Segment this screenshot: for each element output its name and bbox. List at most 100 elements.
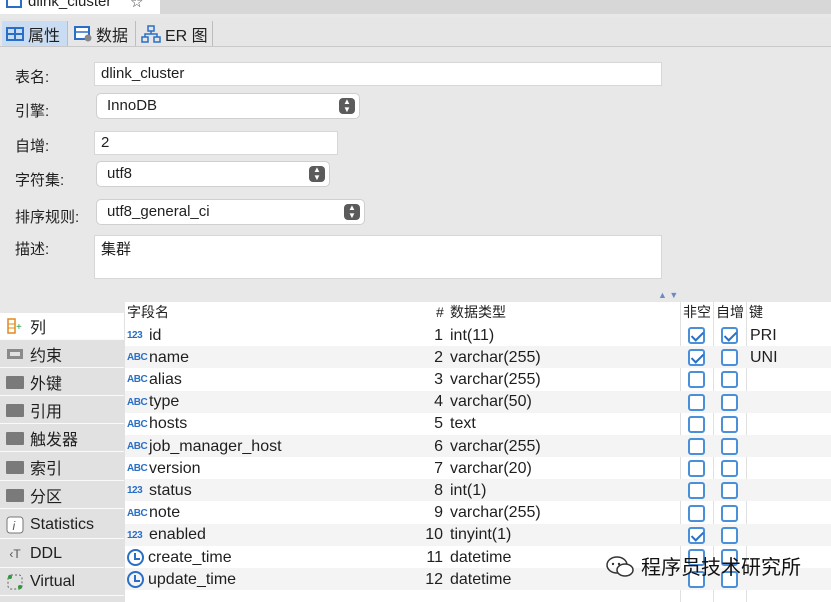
table-row[interactable]: 123 status 8 int(1) [125,479,831,502]
auto-increment-checkbox[interactable] [721,460,738,478]
not-null-checkbox[interactable] [688,526,705,544]
field-name-cell[interactable]: 123 id [127,325,161,346]
field-name-cell[interactable]: ABC job_manager_host [127,436,282,457]
not-null-checkbox[interactable] [688,349,705,367]
header-field-name[interactable]: 字段名 [127,302,169,322]
not-null-checkbox[interactable] [688,460,705,478]
field-name-cell[interactable]: ABC version [127,458,201,479]
editor-tab[interactable]: dlink_cluster ☆ [0,0,160,14]
field-name: type [149,393,180,411]
sidebar-item-statistics[interactable]: i Statistics [0,512,124,539]
ordinal-cell: 5 [434,415,443,433]
data-type-cell[interactable]: varchar(255) [450,347,541,368]
not-null-checkbox[interactable] [688,327,705,344]
charset-select[interactable]: utf8 ▲ ▼ [96,161,330,187]
data-type-cell[interactable]: varchar(255) [450,436,541,457]
field-name-cell[interactable]: update_time [127,569,236,590]
sidebar-item-references[interactable]: 引用 [0,397,124,424]
data-type-cell[interactable]: int(11) [450,325,494,346]
table-icon [6,26,24,41]
data-type-cell[interactable]: varchar(255) [450,369,541,390]
table-row[interactable]: 123 id 1 int(11) PRI [125,324,831,346]
field-name-cell[interactable]: 123 enabled [127,525,206,546]
not-null-checkbox[interactable] [688,415,705,433]
auto-increment-checkbox[interactable] [721,526,738,544]
auto-increment-checkbox[interactable] [721,482,738,500]
tab-data[interactable]: 数据 [70,21,136,46]
field-name-cell[interactable]: 123 status [127,480,192,501]
table-row[interactable]: ABC note 9 varchar(255) [125,502,831,524]
sidebar-item-triggers[interactable]: 触发器 [0,425,124,452]
header-data-type[interactable]: 数据类型 [450,302,506,322]
header-auto-increment[interactable]: 自增 [716,302,744,322]
not-null-checkbox[interactable] [688,393,705,411]
numeric-type-icon: 123 [127,330,143,341]
data-type-cell[interactable]: datetime [450,569,511,590]
close-icon[interactable]: ☆ [130,0,143,11]
data-type-cell[interactable]: datetime [450,547,511,568]
description-label: 描述: [15,241,50,258]
description-field[interactable]: 集群 [94,235,662,279]
not-null-checkbox[interactable] [688,504,705,522]
field-name-cell[interactable]: ABC alias [127,369,182,390]
field-name-cell[interactable]: ABC type [127,392,179,413]
data-type-cell[interactable]: varchar(50) [450,392,532,413]
clock-icon [127,549,144,566]
engine-select[interactable]: InnoDB ▲ ▼ [96,93,360,119]
auto-increment-checkbox[interactable] [721,393,738,411]
tab-properties[interactable]: 属性 [2,21,68,46]
tab-er-diagram[interactable]: ER 图 [137,21,213,46]
auto-increment-checkbox[interactable] [721,415,738,433]
field-name: version [149,459,201,477]
auto-increment-checkbox[interactable] [721,438,738,455]
not-null-checkbox[interactable] [688,371,705,389]
table-row[interactable]: ABC type 4 varchar(50) [125,390,831,413]
header-not-null[interactable]: 非空 [683,302,711,322]
auto-increment-checkbox[interactable] [721,371,738,389]
table-row[interactable]: ABC version 7 varchar(20) [125,457,831,479]
sidebar-item-partitions[interactable]: 分区 [0,482,124,509]
data-type-cell[interactable]: int(1) [450,480,486,501]
ordinal-cell: 6 [434,437,443,455]
ordinal-cell: 7 [434,459,443,477]
sidebar-item-ddl[interactable]: ‹T DDL [0,541,124,568]
engine-value: InnoDB [107,97,158,114]
data-type-cell[interactable]: varchar(255) [450,503,541,524]
virtual-icon [6,574,24,590]
table-row[interactable]: ABC alias 3 varchar(255) [125,368,831,390]
auto-increment-field[interactable]: 2 [94,131,338,155]
data-type-cell[interactable]: text [450,414,476,435]
sidebar-item-foreign-keys[interactable]: 外键 [0,369,124,396]
data-type-cell[interactable]: tinyint(1) [450,525,511,546]
header-ordinal[interactable]: # [436,302,444,322]
auto-increment-checkbox[interactable] [721,349,738,367]
table-row[interactable]: ABC hosts 5 text [125,413,831,435]
field-name-cell[interactable]: ABC hosts [127,414,187,435]
collation-select[interactable]: utf8_general_ci ▲ ▼ [96,199,365,225]
constraint-icon [6,346,24,362]
field-name-cell[interactable]: ABC note [127,503,180,524]
field-name-cell[interactable]: create_time [127,547,232,568]
auto-increment-checkbox[interactable] [721,504,738,522]
not-null-checkbox[interactable] [688,482,705,500]
field-name-cell[interactable]: ABC name [127,347,189,368]
header-key[interactable]: 键 [749,302,763,322]
sidebar-item-constraints[interactable]: 约束 [0,341,124,368]
sidebar-item-indexes[interactable]: 索引 [0,454,124,481]
sidebar-item-virtual[interactable]: Virtual [0,569,124,596]
sidebar-item-columns[interactable]: + 列 [0,313,124,340]
sidebar-item-label: 约束 [30,348,63,365]
data-type-cell[interactable]: varchar(20) [450,458,532,479]
table-row[interactable]: ABC job_manager_host 6 varchar(255) [125,435,831,457]
table-row[interactable]: ABC name 2 varchar(255) UNI [125,346,831,369]
table-row[interactable]: 123 enabled 10 tinyint(1) [125,523,831,546]
auto-increment-checkbox[interactable] [721,327,738,344]
svg-text:i: i [13,519,16,533]
ordinal-cell: 1 [434,326,443,344]
not-null-checkbox[interactable] [688,438,705,455]
field-name: id [149,326,162,344]
key-cell: PRI [750,326,777,344]
table-name-field[interactable]: dlink_cluster [94,62,662,86]
splitter-handle-icon[interactable]: ▲ ▼ [658,290,678,300]
sidebar-item-label: 列 [30,320,47,337]
